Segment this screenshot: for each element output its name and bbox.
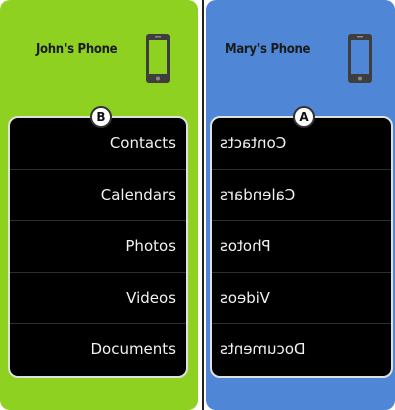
list-item-videos[interactable]: Videos (212, 273, 391, 325)
left-device-name: John's Phone (36, 42, 118, 57)
left-device-card: John's Phone B Contacts Calendars Photos… (0, 0, 198, 410)
list-item-photos[interactable]: Photos (212, 221, 391, 273)
device-badge-a: A (293, 106, 315, 128)
left-device-footer (0, 380, 198, 410)
right-device-panel: Mary's Phone A Contacts Calendars Photos… (204, 0, 395, 410)
right-device-name: Mary's Phone (225, 42, 311, 57)
list-item-documents[interactable]: Documents (212, 324, 391, 376)
left-device-header: John's Phone (0, 0, 198, 115)
list-item-calendars[interactable]: Calendars (10, 170, 186, 222)
right-device-header: Mary's Phone (206, 0, 395, 115)
list-item-calendars[interactable]: Calendars (212, 170, 391, 222)
smartphone-icon (146, 34, 170, 83)
right-sync-list: Contacts Calendars Photos Videos Documen… (210, 116, 393, 378)
device-badge-b: B (90, 106, 112, 128)
right-device-card: Mary's Phone A Contacts Calendars Photos… (206, 0, 395, 410)
left-sync-list: Contacts Calendars Photos Videos Documen… (8, 116, 188, 378)
smartphone-icon (348, 34, 372, 83)
left-device-panel: John's Phone B Contacts Calendars Photos… (0, 0, 202, 410)
list-item-documents[interactable]: Documents (10, 324, 186, 376)
right-device-footer (206, 380, 395, 410)
list-item-photos[interactable]: Photos (10, 221, 186, 273)
list-item-videos[interactable]: Videos (10, 273, 186, 325)
